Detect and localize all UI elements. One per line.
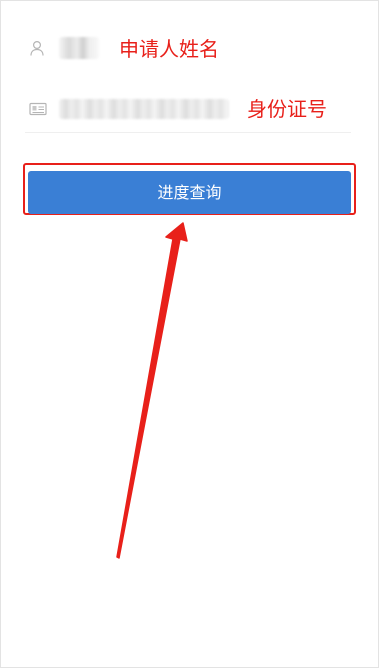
applicant-name-value-masked[interactable] [59,37,99,59]
applicant-name-annotation: 申请人姓名 [119,37,219,61]
user-icon [29,40,45,56]
applicant-name-row[interactable]: 申请人姓名 [25,27,351,71]
id-number-annotation: 身份证号 [247,97,327,121]
id-number-row[interactable]: 身份证号 [25,88,351,133]
page-frame: 申请人姓名 身份证号 进度查询 [0,0,379,668]
id-card-icon [29,101,47,117]
progress-query-button[interactable]: 进度查询 [28,171,351,214]
id-number-value-masked[interactable] [59,99,229,119]
